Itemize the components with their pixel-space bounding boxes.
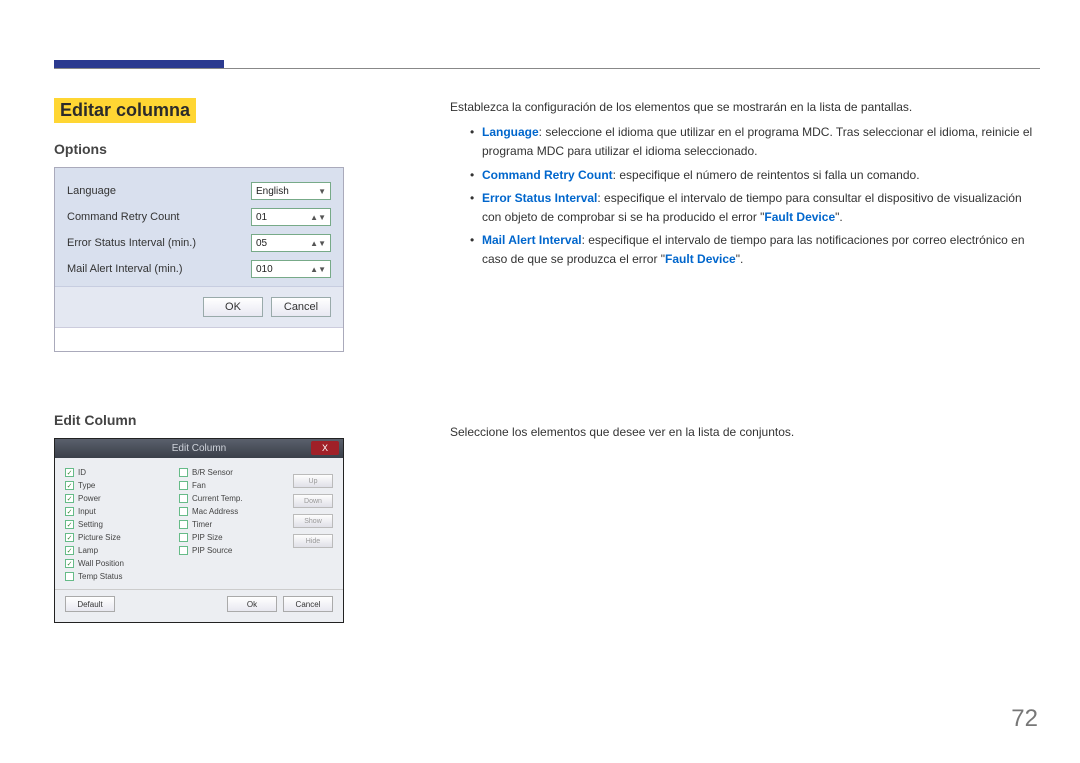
page-number: 72 bbox=[1011, 705, 1038, 733]
checkbox-fan[interactable]: Fan bbox=[179, 481, 285, 490]
checkbox-wall-position[interactable]: ✓Wall Position bbox=[65, 559, 171, 568]
spinner-value: 01 bbox=[256, 212, 267, 223]
header-accent bbox=[54, 60, 224, 68]
checkbox-br-sensor[interactable]: B/R Sensor bbox=[179, 468, 285, 477]
checkbox-input[interactable]: ✓Input bbox=[65, 507, 171, 516]
list-item-language: Language: seleccione el idioma que utili… bbox=[470, 123, 1040, 161]
spinner-arrows-icon: ▲▼ bbox=[310, 239, 326, 248]
checkbox-pip-size[interactable]: PIP Size bbox=[179, 533, 285, 542]
options-dialog: Language English ▼ Command Retry Count 0… bbox=[54, 167, 344, 352]
keyword-fault-device: Fault Device bbox=[665, 252, 736, 266]
close-button[interactable]: X bbox=[311, 441, 339, 455]
checkbox-setting[interactable]: ✓Setting bbox=[65, 520, 171, 529]
edit-column-titlebar: Edit Column X bbox=[55, 439, 343, 458]
dialog-title: Edit Column bbox=[172, 443, 226, 454]
option-row-language: Language English ▼ bbox=[67, 178, 331, 204]
keyword-retry: Command Retry Count bbox=[482, 168, 613, 182]
error-interval-spinner[interactable]: 05 ▲▼ bbox=[251, 234, 331, 252]
dropdown-value: English bbox=[256, 186, 289, 197]
ok-button[interactable]: OK bbox=[203, 297, 263, 317]
chevron-down-icon: ▼ bbox=[318, 187, 326, 196]
hide-button[interactable]: Hide bbox=[293, 534, 333, 548]
right-column: Establezca la configuración de los eleme… bbox=[450, 98, 1040, 274]
show-button[interactable]: Show bbox=[293, 514, 333, 528]
header-rule bbox=[54, 68, 1040, 69]
left-column: Editar columna Options Language English … bbox=[54, 98, 354, 623]
checkbox-pip-source[interactable]: PIP Source bbox=[179, 546, 285, 555]
cancel-button[interactable]: Cancel bbox=[271, 297, 331, 317]
list-item-error-interval: Error Status Interval: especifique el in… bbox=[470, 189, 1040, 227]
checkbox-column-right: B/R Sensor Fan Current Temp. Mac Address… bbox=[179, 468, 285, 581]
checkbox-id[interactable]: ✓ID bbox=[65, 468, 171, 477]
keyword-error-interval: Error Status Interval bbox=[482, 191, 597, 205]
checkbox-current-temp[interactable]: Current Temp. bbox=[179, 494, 285, 503]
spinner-value: 010 bbox=[256, 264, 273, 275]
checkbox-mac-address[interactable]: Mac Address bbox=[179, 507, 285, 516]
mail-interval-spinner[interactable]: 010 ▲▼ bbox=[251, 260, 331, 278]
keyword-mail-interval: Mail Alert Interval bbox=[482, 233, 582, 247]
dialog-spacer bbox=[55, 327, 343, 351]
edit-column-dialog: Edit Column X ✓ID ✓Type ✓Power ✓Input ✓S… bbox=[54, 438, 344, 623]
option-row-mail-interval: Mail Alert Interval (min.) 010 ▲▼ bbox=[67, 256, 331, 282]
checkbox-timer[interactable]: Timer bbox=[179, 520, 285, 529]
intro-text: Establezca la configuración de los eleme… bbox=[450, 98, 1040, 117]
checkbox-temp-status[interactable]: Temp Status bbox=[65, 572, 171, 581]
cancel-button[interactable]: Cancel bbox=[283, 596, 333, 612]
option-label: Error Status Interval (min.) bbox=[67, 237, 251, 249]
language-dropdown[interactable]: English ▼ bbox=[251, 182, 331, 200]
reorder-buttons: Up Down Show Hide bbox=[293, 468, 333, 581]
edit-column-description: Seleccione los elementos que desee ver e… bbox=[450, 425, 1040, 439]
default-button[interactable]: Default bbox=[65, 596, 115, 612]
checkbox-type[interactable]: ✓Type bbox=[65, 481, 171, 490]
list-item-retry: Command Retry Count: especifique el núme… bbox=[470, 166, 1040, 185]
down-button[interactable]: Down bbox=[293, 494, 333, 508]
list-item-mail-interval: Mail Alert Interval: especifique el inte… bbox=[470, 231, 1040, 269]
option-row-retry: Command Retry Count 01 ▲▼ bbox=[67, 204, 331, 230]
spinner-arrows-icon: ▲▼ bbox=[310, 265, 326, 274]
option-label: Language bbox=[67, 185, 251, 197]
checkbox-picture-size[interactable]: ✓Picture Size bbox=[65, 533, 171, 542]
checkbox-lamp[interactable]: ✓Lamp bbox=[65, 546, 171, 555]
page-title: Editar columna bbox=[54, 98, 196, 123]
keyword-language: Language bbox=[482, 125, 539, 139]
ok-button[interactable]: Ok bbox=[227, 596, 277, 612]
option-label: Command Retry Count bbox=[67, 211, 251, 223]
options-heading: Options bbox=[54, 141, 354, 157]
retry-spinner[interactable]: 01 ▲▼ bbox=[251, 208, 331, 226]
keyword-fault-device: Fault Device bbox=[764, 210, 835, 224]
spinner-arrows-icon: ▲▼ bbox=[310, 213, 326, 222]
edit-column-heading: Edit Column bbox=[54, 412, 354, 428]
checkbox-power[interactable]: ✓Power bbox=[65, 494, 171, 503]
checkbox-column-left: ✓ID ✓Type ✓Power ✓Input ✓Setting ✓Pictur… bbox=[65, 468, 171, 581]
spinner-value: 05 bbox=[256, 238, 267, 249]
up-button[interactable]: Up bbox=[293, 474, 333, 488]
option-label: Mail Alert Interval (min.) bbox=[67, 263, 251, 275]
option-row-error-interval: Error Status Interval (min.) 05 ▲▼ bbox=[67, 230, 331, 256]
